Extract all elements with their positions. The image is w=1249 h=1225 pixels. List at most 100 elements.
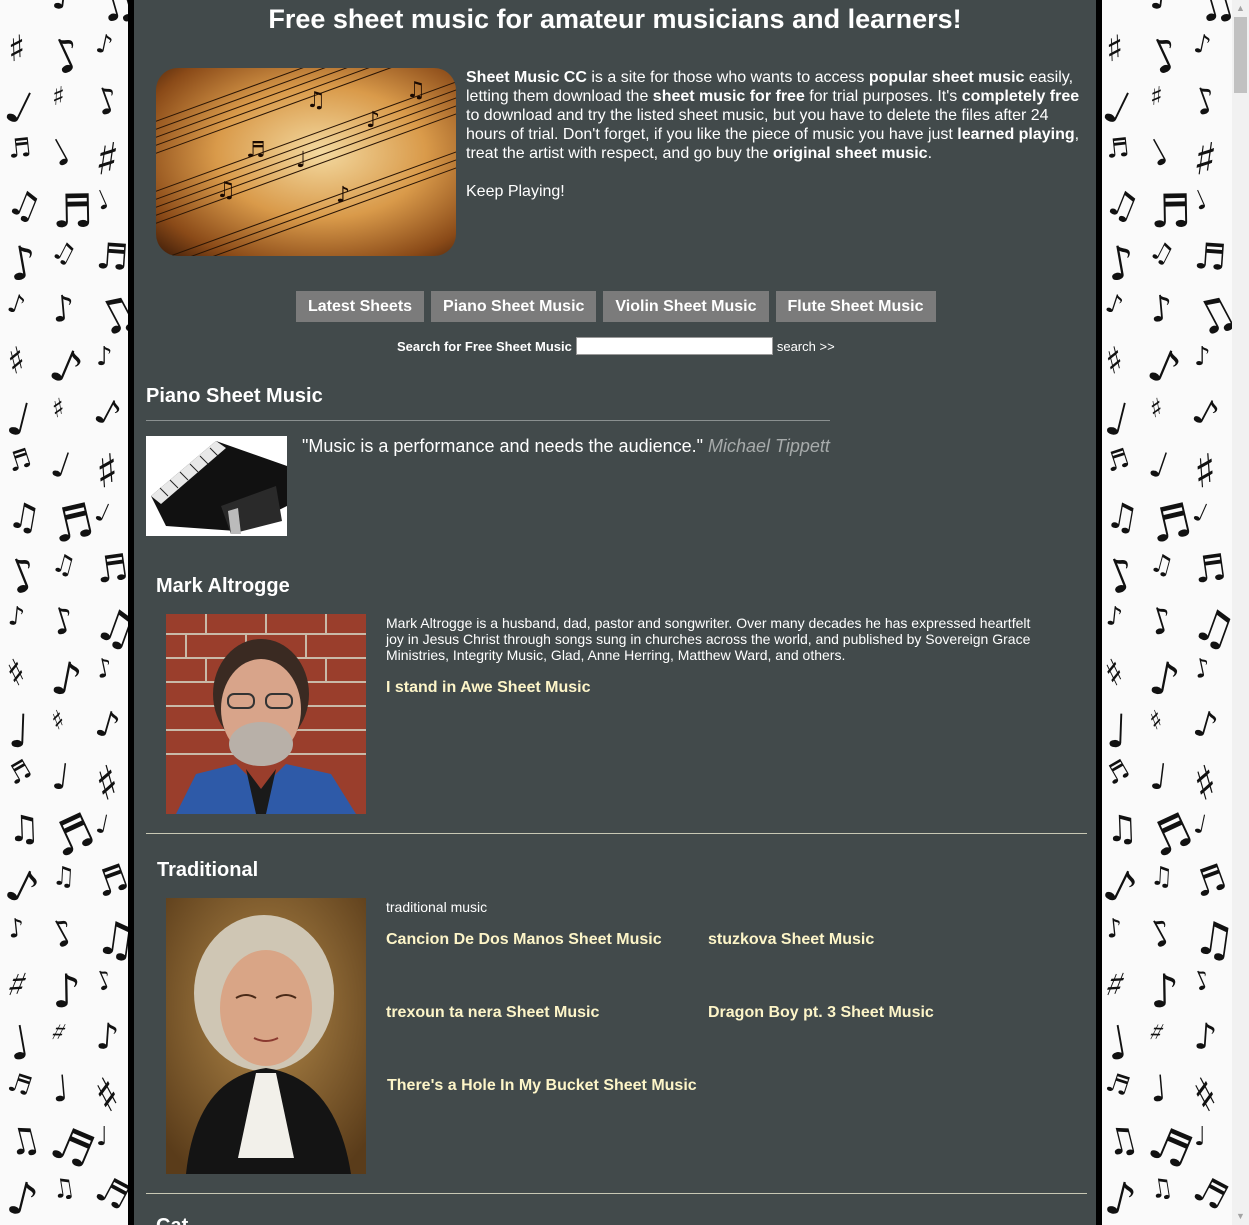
sheet-link[interactable]: There's a Hole In My Bucket Sheet Music <box>387 1077 697 1095</box>
artist-photo-mark-altrogge[interactable] <box>166 614 366 814</box>
music-note-icon: ♪ <box>1104 913 1125 945</box>
sheet-link[interactable]: trexoun ta nera Sheet Music <box>386 1004 599 1022</box>
music-note-icon: ♬ <box>1191 546 1229 593</box>
music-note-icon: ♬ <box>2 754 38 792</box>
music-note-icon: ♪ <box>51 963 82 1019</box>
music-note-icon: ♩ <box>90 496 114 530</box>
music-note-icon: ♪ <box>1188 702 1223 749</box>
sheet-link[interactable]: I stand in Awe Sheet Music <box>386 679 591 697</box>
music-note-icon: ♯ <box>3 339 31 384</box>
artist-name-partial[interactable]: Cat <box>156 1215 188 1225</box>
music-note-icon: ♪ <box>1149 963 1180 1019</box>
main-nav: Latest Sheets Piano Sheet Music Violin S… <box>296 291 936 322</box>
artist-divider <box>146 1193 1087 1194</box>
music-note-icon: ♪ <box>1194 342 1211 372</box>
search-form: Search for Free Sheet Music search >> <box>397 337 835 355</box>
sheet-link[interactable]: Dragon Boy pt. 3 Sheet Music <box>708 1004 934 1022</box>
nav-flute-sheet-music[interactable]: Flute Sheet Music <box>775 291 936 322</box>
music-note-icon: ♯ <box>1099 963 1131 1008</box>
quote-text: "Music is a performance and needs the au… <box>302 436 704 456</box>
music-note-icon: ♬ <box>1187 856 1232 907</box>
music-note-icon: ♪ <box>1192 1016 1219 1059</box>
music-note-icon: ♫ <box>7 808 41 851</box>
music-note-icon: ♪ <box>1191 652 1214 686</box>
music-note-icon: ♪ <box>1099 1169 1142 1225</box>
music-note-icon: ♬ <box>89 856 130 907</box>
music-note-icon: ♩ <box>1 390 36 448</box>
search-input[interactable] <box>575 337 773 355</box>
music-note-icon: ♪ <box>1101 233 1140 293</box>
music-note-icon: ♫ <box>1 180 47 231</box>
music-note-icon: ♪ <box>90 963 118 999</box>
intro-paragraph: Sheet Music CC is a site for those who w… <box>466 68 1086 163</box>
intro-text-segment: is a site for those who wants to access <box>586 69 869 86</box>
music-note-icon: ♯ <box>1 963 33 1008</box>
music-note-icon: ♬ <box>3 443 36 479</box>
music-note-icon: ♪ <box>1145 649 1185 709</box>
music-note-icon: ♬ <box>94 235 130 280</box>
music-note-icon: ♪ <box>43 910 84 958</box>
music-note-icon: ♪ <box>47 649 87 709</box>
music-note-icon: ♪ <box>1140 336 1189 398</box>
music-note-icon: ♫ <box>46 234 81 272</box>
music-note-icon: ♪ <box>1144 598 1179 645</box>
music-note-icon: ♯ <box>1149 81 1164 113</box>
music-note-icon: ♯ <box>88 753 126 813</box>
music-note-icon: ♩ <box>1140 131 1176 176</box>
music-note-icon: ♪ <box>1187 78 1224 125</box>
music-note-icon: ♪ <box>1188 963 1216 999</box>
music-note-icon: ♪ <box>0 544 47 606</box>
category-title: Piano Sheet Music <box>146 385 323 407</box>
intro-keyword: original sheet music <box>772 145 928 162</box>
nav-violin-sheet-music[interactable]: Violin Sheet Music <box>603 291 769 322</box>
music-note-icon: ♪ <box>50 288 77 331</box>
music-note-icon: ♫ <box>1101 1117 1143 1166</box>
music-notes-pattern-right: ♪♫♬♯♪♪♫♩♯♪♪♬♩♯♪♫♬♩♯♪♫♬♩♪♪♫♬♯♪♪♫♩♯♪♪♬♩♯♪♫… <box>1098 0 1232 1225</box>
music-note-icon: ♫ <box>1105 808 1139 851</box>
music-note-icon: ♬ <box>1192 235 1228 280</box>
music-note-icon: ♫ <box>4 494 44 541</box>
music-note-icon: ♪ <box>93 28 116 62</box>
artist-description: Mark Altrogge is a husband, dad, pastor … <box>386 615 1031 663</box>
music-note-icon: ♯ <box>1147 393 1165 425</box>
music-note-icon: ♪ <box>1141 910 1182 958</box>
search-label: Search for Free Sheet Music <box>397 338 572 354</box>
music-note-icon: ♫ <box>1186 594 1232 660</box>
nav-latest-sheets[interactable]: Latest Sheets <box>296 291 425 322</box>
music-note-icon: ♫ <box>1183 281 1232 349</box>
music-note-icon: ♯ <box>1101 339 1129 384</box>
music-note-icon: ♪ <box>1139 24 1190 86</box>
music-note-icon: ♩ <box>1143 443 1174 488</box>
music-note-icon: ♬ <box>6 132 33 166</box>
artist-description: traditional music <box>386 899 488 915</box>
artist-name[interactable]: Mark Altrogge <box>156 575 290 598</box>
sheet-link[interactable]: stuzkova Sheet Music <box>708 931 874 949</box>
search-button[interactable]: search >> <box>777 339 835 354</box>
music-note-icon: ♩ <box>42 131 78 176</box>
category-divider <box>146 420 830 421</box>
sheet-link[interactable]: Cancion De Dos Manos Sheet Music <box>386 931 662 949</box>
music-note-icon: ♯ <box>49 393 67 425</box>
page-scrollbar[interactable]: ▲ ▼ <box>1232 0 1249 1225</box>
music-note-icon: ♩ <box>1101 1014 1133 1072</box>
quote-author[interactable]: Michael Tippett <box>708 436 830 456</box>
intro-keyword: learned playing <box>957 126 1075 143</box>
intro-text-segment: for trial purposes. It's <box>804 88 962 105</box>
nav-piano-sheet-music[interactable]: Piano Sheet Music <box>431 291 597 322</box>
music-note-icon: ♫ <box>1190 909 1232 969</box>
music-note-icon: ♪ <box>6 601 27 633</box>
music-note-icon: ♯ <box>1186 753 1224 813</box>
music-note-icon: ♩ <box>49 756 72 799</box>
music-note-icon: ♪ <box>90 702 125 749</box>
chevron-down-icon[interactable]: ▼ <box>1232 1208 1249 1225</box>
chevron-up-icon[interactable]: ▲ <box>1232 0 1249 17</box>
music-note-icon: ♯ <box>7 28 27 71</box>
music-note-icon: ♫ <box>85 281 130 349</box>
music-note-icon: ♪ <box>46 598 81 645</box>
music-note-icon: ♬ <box>88 1167 130 1220</box>
music-note-icon: ♪ <box>1185 390 1226 438</box>
artist-name[interactable]: Traditional <box>157 859 258 882</box>
artist-photo-traditional[interactable] <box>166 898 366 1174</box>
music-note-icon: ♫ <box>1187 0 1232 35</box>
scrollbar-thumb[interactable] <box>1234 17 1247 93</box>
